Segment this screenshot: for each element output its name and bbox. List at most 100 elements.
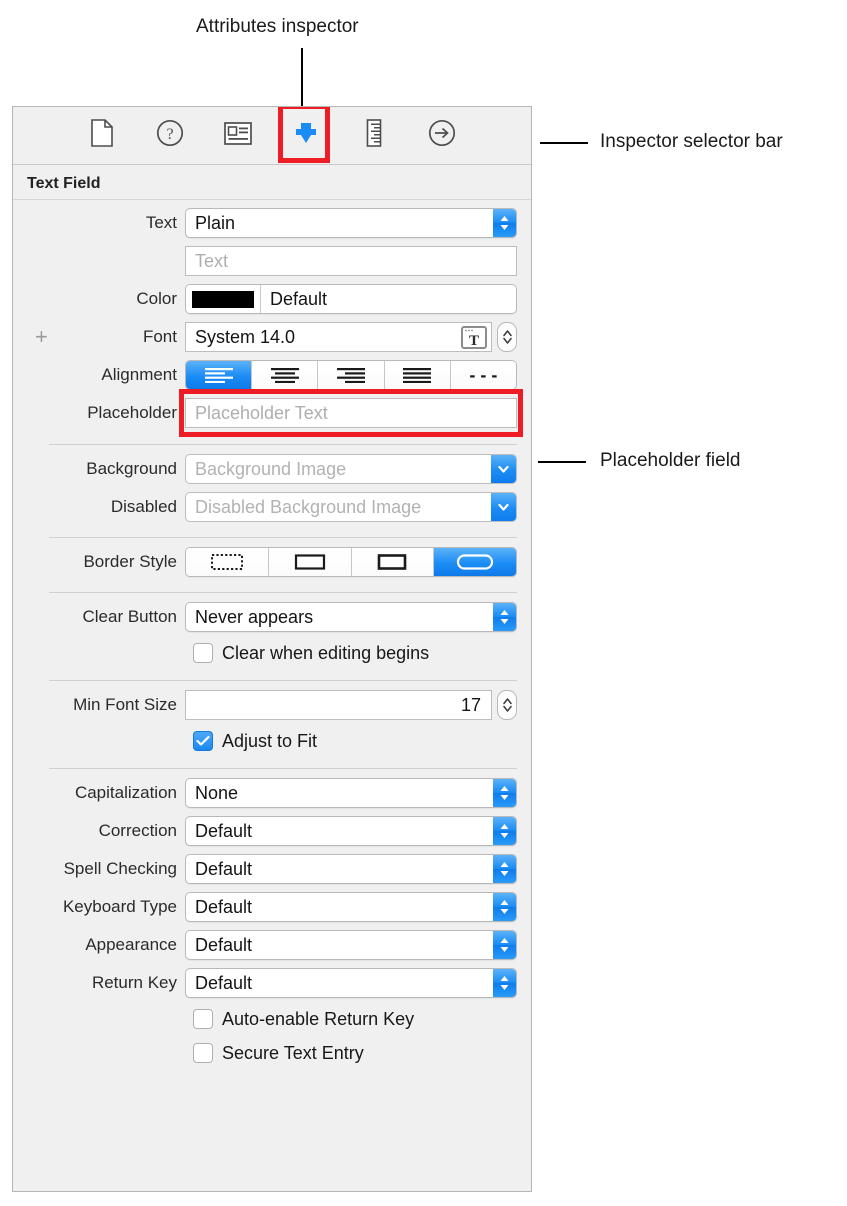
return-key-value: Default (195, 972, 253, 993)
annotation-placeholder-field-label: Placeholder field (600, 450, 741, 471)
file-inspector-icon (90, 119, 114, 152)
size-inspector-icon (365, 119, 383, 152)
divider-2 (49, 537, 517, 538)
align-natural-glyph: - - - (469, 364, 498, 385)
label-min-font-size: Min Font Size (73, 695, 177, 714)
row-alignment: Alignment - - - (13, 356, 531, 394)
divider-4 (49, 680, 517, 681)
svg-text:?: ? (166, 126, 173, 143)
return-key-popup[interactable]: Default (185, 968, 517, 998)
auto-enable-return-key-label: Auto-enable Return Key (222, 1008, 415, 1029)
annotation-leader-line-selector-bar (540, 142, 588, 144)
attributes-rows: Text Plain Text Color Default + Font Sys… (13, 200, 531, 1070)
row-return-key: Return Key Default (13, 964, 531, 1002)
quick-help-inspector-button[interactable]: ? (150, 116, 190, 156)
annotation-leader-line-placeholder (538, 461, 586, 463)
border-rounded-rect-segment[interactable] (434, 548, 516, 576)
attributes-inspector-icon (291, 118, 321, 153)
disabled-background-image-popup[interactable]: Disabled Background Image (185, 492, 517, 522)
divider-3 (49, 592, 517, 593)
row-font: + Font System 14.0 T (13, 318, 531, 356)
border-line-segment[interactable] (268, 548, 352, 576)
font-picker-icon[interactable]: T (461, 325, 487, 349)
capitalization-stepper-arrows[interactable] (493, 779, 516, 807)
text-value-input[interactable]: Text (185, 246, 517, 276)
font-field[interactable]: System 14.0 T (185, 322, 492, 352)
background-image-value: Background Image (195, 458, 347, 479)
color-stepper-arrows[interactable] (503, 287, 516, 312)
label-border-style: Border Style (83, 552, 177, 571)
divider-1 (49, 444, 517, 445)
clear-button-popup[interactable]: Never appears (185, 602, 517, 632)
panel-title: Text Field (13, 165, 531, 200)
row-appearance: Appearance Default (13, 926, 531, 964)
align-natural-segment[interactable]: - - - (450, 361, 516, 389)
keyboard-type-stepper-arrows[interactable] (493, 893, 516, 921)
row-capitalization: Capitalization None (13, 774, 531, 812)
correction-popup[interactable]: Default (185, 816, 517, 846)
correction-stepper-arrows[interactable] (493, 817, 516, 845)
inspector-selector-bar: ? (13, 107, 531, 165)
secure-text-entry-checkbox[interactable] (193, 1043, 213, 1063)
font-add-variation-button[interactable]: + (35, 326, 48, 348)
label-background: Background (86, 459, 177, 478)
spell-checking-stepper-arrows[interactable] (493, 855, 516, 883)
clear-when-editing-checkbox[interactable] (193, 643, 213, 663)
text-style-popup[interactable]: Plain (185, 208, 517, 238)
color-value: Default (270, 288, 328, 309)
label-capitalization: Capitalization (74, 783, 177, 802)
font-value: System 14.0 (195, 326, 296, 347)
background-image-popup[interactable]: Background Image (185, 454, 517, 484)
clear-button-stepper-arrows[interactable] (493, 603, 516, 631)
label-disabled-background: Disabled (110, 497, 177, 516)
label-clear-button: Clear Button (82, 607, 178, 626)
attributes-inspector-button[interactable] (278, 107, 330, 163)
adjust-to-fit-checkbox[interactable] (193, 731, 213, 751)
text-style-stepper-arrows[interactable] (493, 209, 516, 237)
keyboard-type-value: Default (195, 896, 253, 917)
label-keyboard-type: Keyboard Type (62, 897, 177, 916)
border-none-segment[interactable] (186, 548, 269, 576)
return-key-stepper-arrows[interactable] (493, 969, 516, 997)
label-return-key: Return Key (91, 973, 177, 992)
align-left-segment[interactable] (186, 361, 253, 389)
label-text: Text (145, 213, 177, 232)
color-popup[interactable]: Default (185, 284, 517, 314)
connections-inspector-button[interactable] (422, 116, 462, 156)
adjust-to-fit-label: Adjust to Fit (222, 730, 318, 751)
font-size-stepper[interactable] (497, 322, 517, 352)
color-swatch (192, 290, 254, 308)
keyboard-type-popup[interactable]: Default (185, 892, 517, 922)
color-well[interactable] (186, 285, 261, 313)
label-color: Color (136, 289, 177, 308)
row-border-style: Border Style (13, 543, 531, 581)
appearance-popup[interactable]: Default (185, 930, 517, 960)
align-right-segment[interactable] (318, 361, 385, 389)
row-correction: Correction Default (13, 812, 531, 850)
min-font-size-input[interactable]: 17 (185, 690, 492, 720)
min-font-size-stepper[interactable] (497, 690, 517, 720)
size-inspector-button[interactable] (354, 116, 394, 156)
label-correction: Correction (98, 821, 177, 840)
spell-checking-popup[interactable]: Default (185, 854, 517, 884)
row-text-value: Text (13, 242, 531, 280)
row-text: Text Plain (13, 204, 531, 242)
auto-enable-return-key-checkbox[interactable] (193, 1009, 213, 1029)
appearance-value: Default (195, 934, 253, 955)
alignment-segmented-control[interactable]: - - - (185, 360, 517, 390)
border-bezel-segment[interactable] (351, 548, 435, 576)
background-chevron-down-icon[interactable] (491, 455, 516, 483)
file-inspector-button[interactable] (82, 116, 122, 156)
identity-inspector-button[interactable] (218, 116, 258, 156)
appearance-stepper-arrows[interactable] (493, 931, 516, 959)
capitalization-popup[interactable]: None (185, 778, 517, 808)
divider-5 (49, 768, 517, 769)
capitalization-value: None (195, 782, 239, 803)
align-center-segment[interactable] (252, 361, 319, 389)
disabled-background-chevron-down-icon[interactable] (491, 493, 516, 521)
border-style-segmented-control[interactable] (185, 547, 517, 577)
svg-text:T: T (469, 333, 479, 349)
align-justified-segment[interactable] (384, 361, 451, 389)
disabled-background-image-value: Disabled Background Image (195, 496, 422, 517)
placeholder-input[interactable]: Placeholder Text (185, 398, 517, 428)
